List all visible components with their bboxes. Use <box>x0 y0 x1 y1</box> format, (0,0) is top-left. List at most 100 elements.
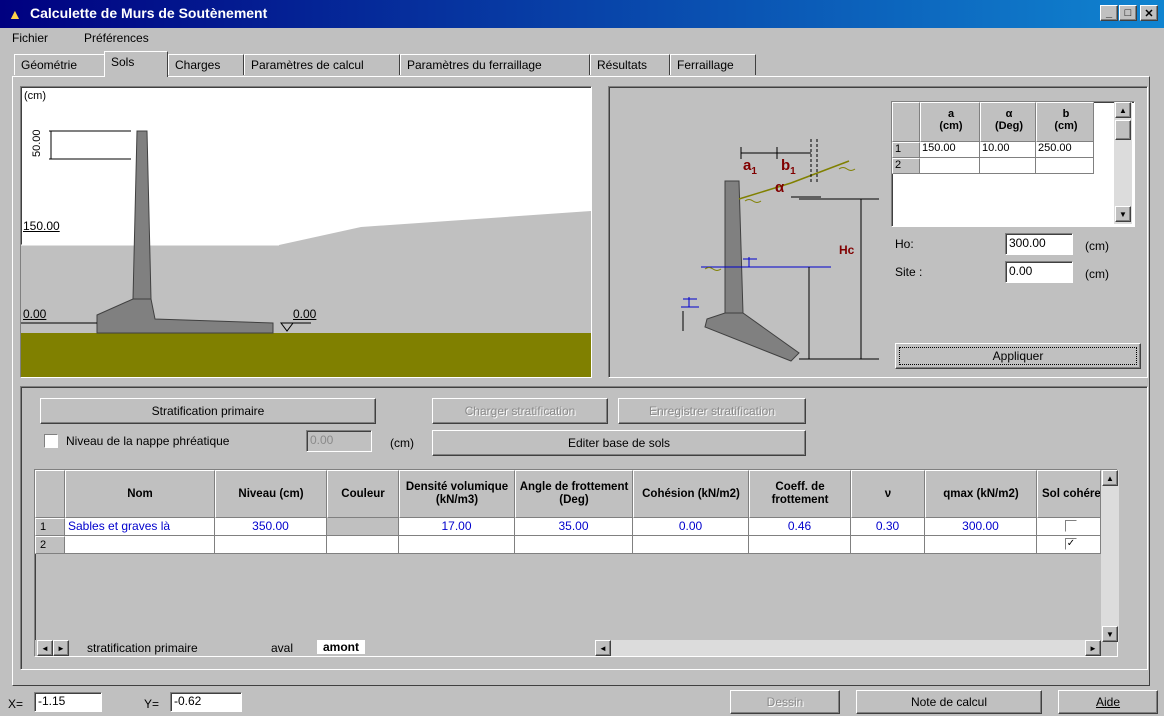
col-densite[interactable]: Densité volumique (kN/m3) <box>399 470 515 518</box>
table-cell-coeff[interactable]: 0.46 <box>749 518 851 536</box>
tab-parametres-calcul[interactable]: Paramètres de calcul <box>244 54 400 75</box>
slope-header-alpha: α (Deg) <box>980 102 1036 142</box>
sheet-tab-aval[interactable]: aval <box>271 641 293 655</box>
table-cell-nom[interactable]: Sables et graves là <box>65 518 215 536</box>
schema-stem <box>724 180 744 314</box>
table-hscrollbar[interactable]: ◄ ► <box>595 640 1101 656</box>
table-cell-angle[interactable]: 35.00 <box>515 518 633 536</box>
col-nu[interactable]: ν <box>851 470 925 518</box>
nappe-input[interactable]: 0.00 <box>306 430 372 452</box>
charger-stratification-button[interactable]: Charger stratification <box>432 398 608 424</box>
sheet-tab-bar: ◄ ► stratification primaire aval amont ◄… <box>35 640 1101 656</box>
schema-footing <box>704 312 800 362</box>
scroll-up-icon[interactable]: ▲ <box>1115 102 1131 118</box>
nappe-checkbox[interactable] <box>44 434 58 448</box>
schema-b1-label: b1 <box>781 157 796 177</box>
table-cell-qmax[interactable] <box>925 536 1037 554</box>
tab-sols[interactable]: Sols <box>104 51 168 77</box>
level-0-right-label: 0.00 <box>293 307 317 321</box>
menu-fichier[interactable]: Fichier <box>12 31 48 45</box>
wall-drawing[interactable]: (cm) 50.00 150.00 0.00 0.00 <box>20 86 592 378</box>
nappe-unit: (cm) <box>390 436 414 450</box>
app-icon[interactable]: ▲ <box>8 6 24 22</box>
soil-table[interactable]: Nom Niveau (cm) Couleur Densité volumiqu… <box>34 469 1119 657</box>
table-cell-couleur[interactable] <box>327 536 399 554</box>
schema-hc-label: Hc <box>839 243 855 257</box>
table-cell-angle[interactable] <box>515 536 633 554</box>
scroll-left-icon[interactable]: ◄ <box>595 640 611 656</box>
slope-cell[interactable]: 10.00 <box>980 142 1036 158</box>
slope-row-1-num: 1 <box>892 142 920 158</box>
sheet-prev-icon[interactable]: ► <box>53 640 69 656</box>
col-nom[interactable]: Nom <box>65 470 215 518</box>
table-cell-niveau[interactable] <box>215 536 327 554</box>
slope-cell[interactable] <box>920 158 980 174</box>
schema-a1-label: a1 <box>743 157 757 177</box>
tab-ferraillage[interactable]: Ferraillage <box>670 54 756 75</box>
coherent-checkbox-checked[interactable]: ✓ <box>1065 538 1077 550</box>
aide-button[interactable]: Aide <box>1058 690 1158 714</box>
col-angle[interactable]: Angle de frottement (Deg) <box>515 470 633 518</box>
note-de-calcul-button[interactable]: Note de calcul <box>856 690 1042 714</box>
row-2-num: 2 <box>35 536 65 554</box>
sheet-first-icon[interactable]: ◄ <box>37 640 53 656</box>
y-value: -0.62 <box>170 692 242 712</box>
table-cell-nom[interactable] <box>65 536 215 554</box>
sheet-tab-amont[interactable]: amont <box>317 640 365 654</box>
table-vscrollbar[interactable]: ▲ ▼ <box>1101 470 1119 642</box>
tab-parametres-ferraillage[interactable]: Paramètres du ferraillage <box>400 54 590 75</box>
slope-header-a: a (cm) <box>920 102 980 142</box>
stratification-primaire-button[interactable]: Stratification primaire <box>40 398 376 424</box>
scroll-down-icon[interactable]: ▼ <box>1115 206 1131 222</box>
maximize-button[interactable]: □ <box>1119 5 1137 21</box>
table-cell-cohesion[interactable] <box>633 536 749 554</box>
drawing-unit: (cm) <box>24 90 46 102</box>
scroll-right-icon[interactable]: ► <box>1085 640 1101 656</box>
table-cell-couleur[interactable] <box>327 518 399 536</box>
tab-charges[interactable]: Charges <box>168 54 244 75</box>
scroll-down-icon[interactable]: ▼ <box>1102 626 1118 642</box>
table-cell-cohesion[interactable]: 0.00 <box>633 518 749 536</box>
dessin-button[interactable]: Dessin <box>730 690 840 714</box>
table-cell-nu[interactable] <box>851 536 925 554</box>
scroll-thumb[interactable] <box>1115 120 1131 140</box>
table-cell-densite[interactable]: 17.00 <box>399 518 515 536</box>
slope-cell[interactable]: 250.00 <box>1036 142 1094 158</box>
table-cell-nu[interactable]: 0.30 <box>851 518 925 536</box>
table-cell-coeff[interactable] <box>749 536 851 554</box>
scroll-up-icon[interactable]: ▲ <box>1102 470 1118 486</box>
table-cell-qmax[interactable]: 300.00 <box>925 518 1037 536</box>
apply-button[interactable]: Appliquer <box>895 343 1141 369</box>
close-button[interactable]: ✕ <box>1140 5 1158 21</box>
tab-geometrie[interactable]: Géométrie <box>14 54 106 75</box>
slope-cell[interactable] <box>1036 158 1094 174</box>
sheet-tab-stratification[interactable]: stratification primaire <box>87 641 198 655</box>
col-couleur[interactable]: Couleur <box>327 470 399 518</box>
right-panel: a1 b1 α Hc a (cm) α (Deg) b (cm) 1 150.00 1… <box>608 86 1148 378</box>
col-coeff[interactable]: Coeff. de frottement <box>749 470 851 518</box>
coherent-checkbox[interactable] <box>1065 520 1077 532</box>
ho-input[interactable]: 300.00 <box>1005 233 1073 255</box>
slope-grid[interactable]: a (cm) α (Deg) b (cm) 1 150.00 10.00 250.00… <box>891 101 1135 227</box>
ground-band <box>21 333 591 377</box>
slope-cell[interactable] <box>980 158 1036 174</box>
title-bar[interactable]: ▲ Calculette de Murs de Soutènement _ □ … <box>0 0 1164 28</box>
site-label: Site : <box>895 265 923 279</box>
minimize-button[interactable]: _ <box>1100 5 1118 21</box>
col-coherent[interactable]: Sol cohére <box>1037 470 1101 518</box>
wall-schema <box>681 139 879 362</box>
col-niveau[interactable]: Niveau (cm) <box>215 470 327 518</box>
slope-cell[interactable]: 150.00 <box>920 142 980 158</box>
enregistrer-stratification-button[interactable]: Enregistrer stratification <box>618 398 806 424</box>
menu-preferences[interactable]: Préférences <box>84 31 149 45</box>
table-cell-niveau[interactable]: 350.00 <box>215 518 327 536</box>
table-cell-densite[interactable] <box>399 536 515 554</box>
slope-scrollbar[interactable]: ▲ ▼ <box>1114 102 1132 224</box>
slope-header-b: b (cm) <box>1036 102 1094 142</box>
editer-base-sols-button[interactable]: Editer base de sols <box>432 430 806 456</box>
nappe-label: Niveau de la nappe phréatique <box>66 434 230 448</box>
col-cohesion[interactable]: Cohésion (kN/m2) <box>633 470 749 518</box>
tab-resultats[interactable]: Résultats <box>590 54 670 75</box>
site-input[interactable]: 0.00 <box>1005 261 1073 283</box>
col-qmax[interactable]: qmax (kN/m2) <box>925 470 1037 518</box>
